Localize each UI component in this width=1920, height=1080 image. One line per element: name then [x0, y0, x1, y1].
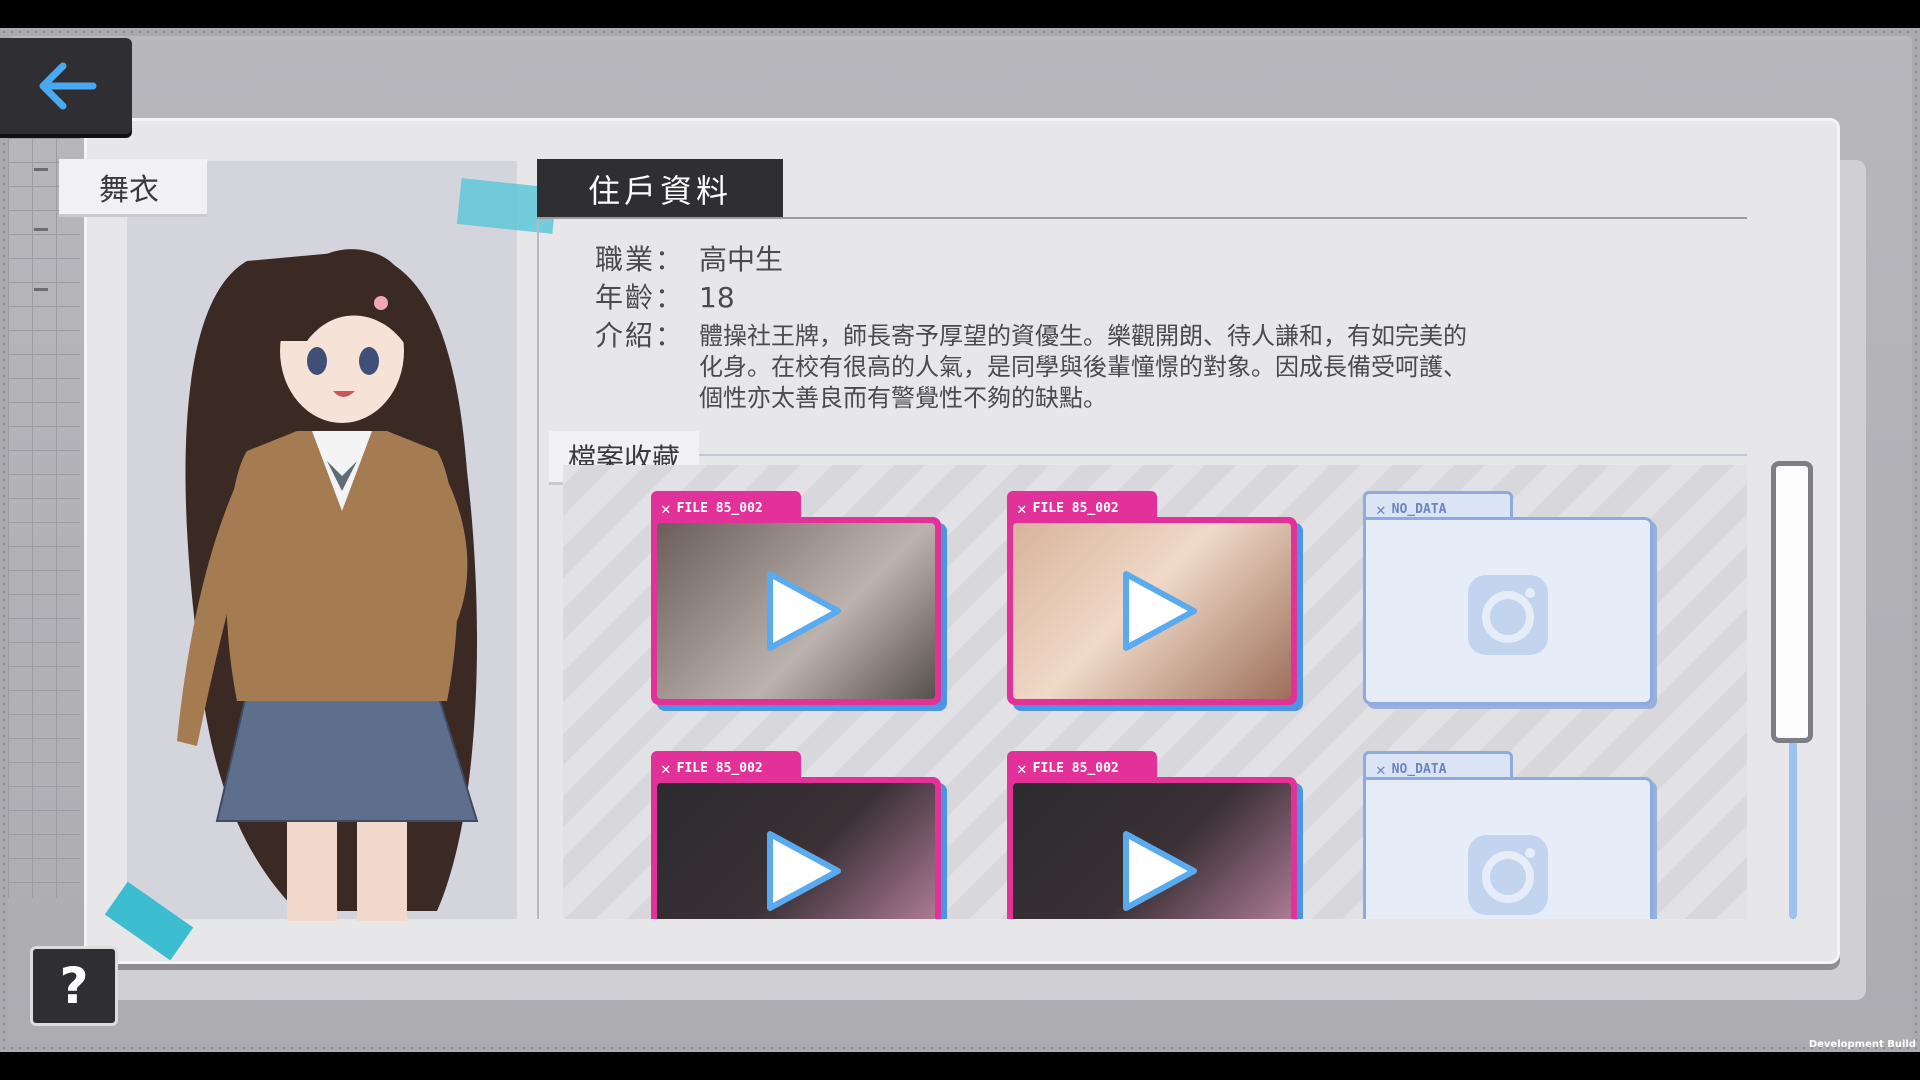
- occupation-row: 職業： 高中生: [595, 241, 1575, 279]
- file-thumbnail: [657, 783, 935, 919]
- file-body: [1007, 517, 1297, 705]
- camera-icon: [1468, 835, 1548, 915]
- intro-row: 介紹： 體操社王牌，師長寄予厚望的資優生。樂觀開朗、待人謙和，有如完美的 化身。…: [595, 317, 1575, 414]
- archive-file-card-empty: ✕ NO_DATA: [1363, 491, 1653, 705]
- character-portrait: [177, 249, 479, 921]
- close-icon: ✕: [661, 758, 671, 778]
- resident-profile-card: 舞衣 住戶資料 職業： 高中生 年齡： 18 介紹： 體操社王牌，師長寄予厚望的…: [59, 118, 1840, 964]
- file-body: [1363, 517, 1653, 705]
- close-icon: ✕: [1017, 758, 1027, 778]
- archive-file-card[interactable]: ✕ FILE 85_002: [651, 491, 941, 705]
- play-icon[interactable]: [754, 566, 844, 656]
- divider: [537, 217, 1747, 219]
- age-value: 18: [699, 281, 735, 314]
- file-body: [1007, 777, 1297, 919]
- intro-line: 化身。在校有很高的人氣，是同學與後輩憧憬的對象。因成長備受呵護、: [699, 353, 1467, 381]
- close-icon: ✕: [1017, 498, 1027, 518]
- file-label: FILE 85_002: [1032, 500, 1119, 516]
- file-body: [651, 777, 941, 919]
- file-thumbnail: [1013, 523, 1291, 699]
- scrollbar-thumb[interactable]: [1771, 461, 1813, 743]
- occupation-value: 高中生: [699, 243, 784, 276]
- occupation-label: 職業：: [595, 243, 686, 276]
- divider: [699, 454, 1747, 456]
- grid-decoration: [8, 138, 80, 898]
- play-icon[interactable]: [1110, 826, 1200, 916]
- age-label: 年齡：: [595, 281, 686, 314]
- file-label: FILE 85_002: [1032, 760, 1119, 776]
- character-name-tag: 舞衣: [59, 159, 207, 217]
- intro-line: 體操社王牌，師長寄予厚望的資優生。樂觀開朗、待人謙和，有如完美的: [699, 322, 1467, 350]
- file-body: [1363, 777, 1653, 919]
- intro-line: 個性亦太善良而有警覺性不夠的缺點。: [699, 384, 1107, 412]
- help-button[interactable]: ?: [30, 946, 118, 1026]
- file-thumbnail: [657, 523, 935, 699]
- character-name: 舞衣: [99, 172, 159, 208]
- file-body: [651, 517, 941, 705]
- archive-file-card[interactable]: ✕ FILE 85_002: [1007, 491, 1297, 705]
- archive-grid: ✕ FILE 85_002 ✕ FILE 85_002 ✕ NO_DATA ✕ …: [563, 465, 1747, 919]
- intro-label: 介紹：: [595, 319, 686, 352]
- archive-file-card[interactable]: ✕ FILE 85_002: [651, 751, 941, 919]
- close-icon: ✕: [661, 498, 671, 518]
- back-arrow-icon: [39, 62, 97, 110]
- intro-text: 體操社王牌，師長寄予厚望的資優生。樂觀開朗、待人謙和，有如完美的 化身。在校有很…: [699, 321, 1575, 414]
- development-build-label: Development Build: [1808, 1039, 1916, 1050]
- back-button[interactable]: [0, 38, 132, 134]
- character-portrait-panel: [127, 161, 517, 921]
- file-thumbnail: [1013, 783, 1291, 919]
- file-label: NO_DATA: [1391, 502, 1447, 517]
- file-label: FILE 85_002: [676, 500, 763, 516]
- profile-section-title: 住戶資料: [587, 172, 732, 210]
- camera-icon: [1468, 575, 1548, 655]
- play-icon[interactable]: [1110, 566, 1200, 656]
- divider: [537, 219, 539, 919]
- age-row: 年齡： 18: [595, 279, 1575, 317]
- profile-section-tab: 住戶資料: [537, 159, 783, 219]
- file-label: FILE 85_002: [676, 760, 763, 776]
- archive-file-card-empty: ✕ NO_DATA: [1363, 751, 1653, 919]
- play-icon[interactable]: [754, 826, 844, 916]
- help-icon: ?: [59, 957, 89, 1015]
- file-label: NO_DATA: [1391, 762, 1447, 777]
- profile-details: 職業： 高中生 年齡： 18 介紹： 體操社王牌，師長寄予厚望的資優生。樂觀開朗…: [595, 241, 1575, 414]
- archive-file-card[interactable]: ✕ FILE 85_002: [1007, 751, 1297, 919]
